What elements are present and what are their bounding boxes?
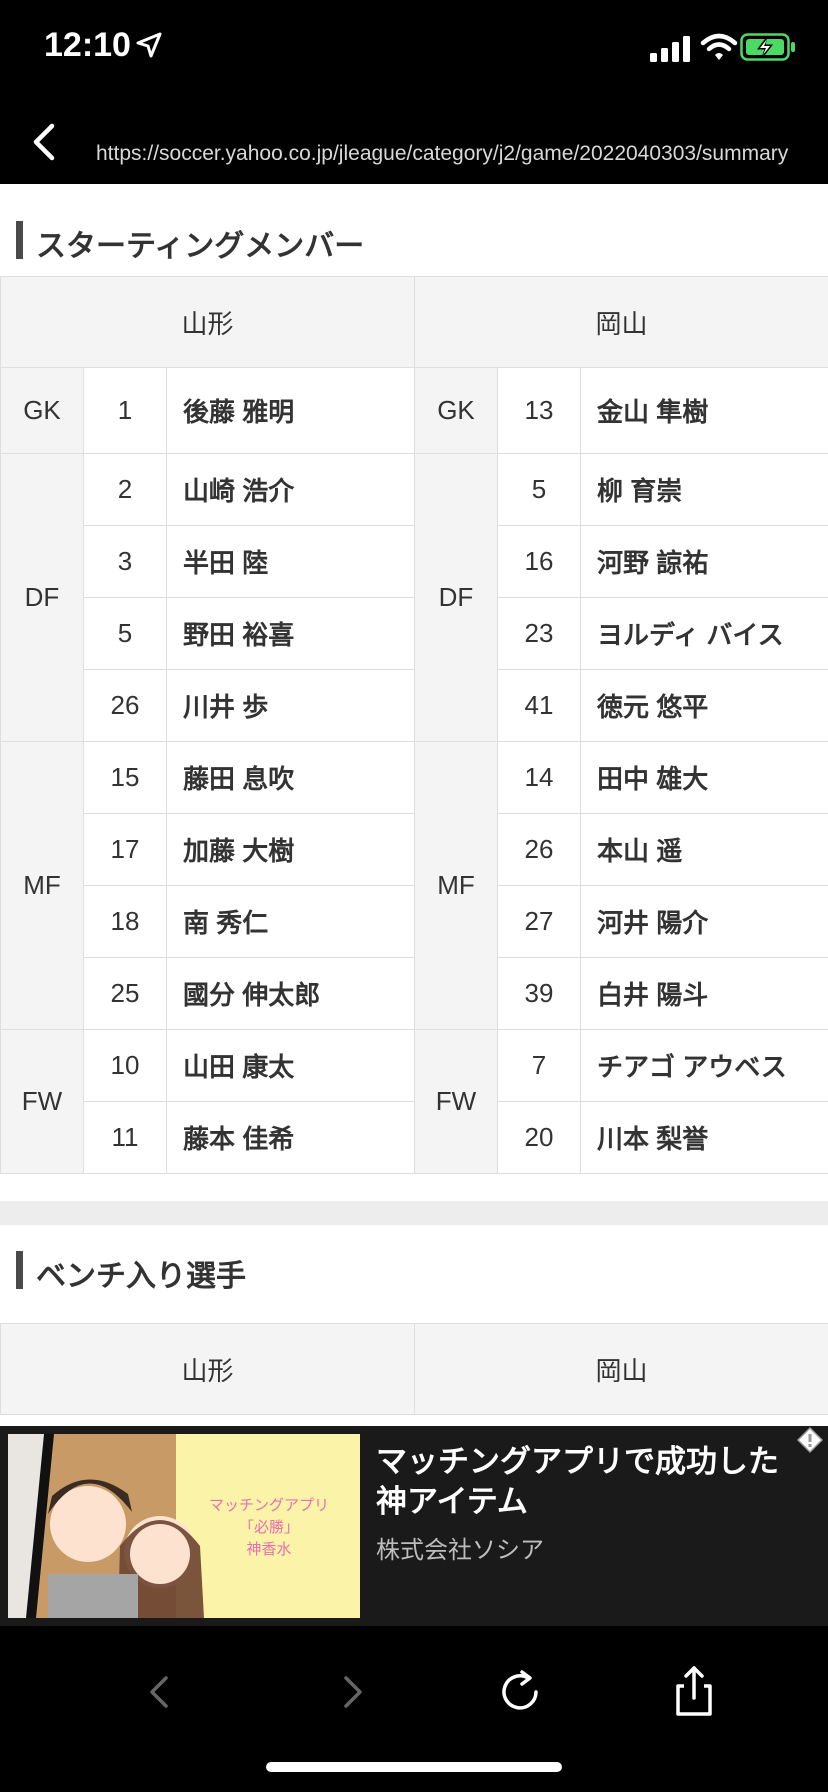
player-link[interactable]: 國分 伸太郎 <box>166 957 415 1030</box>
number-cell: 17 <box>83 813 167 886</box>
player-link[interactable]: 白井 陽斗 <box>580 957 828 1030</box>
position-cell: GK <box>414 367 498 454</box>
player-link[interactable]: ヨルディ バイス <box>580 597 828 670</box>
home-team-header: 山形 <box>0 1323 415 1415</box>
player-link[interactable]: 藤本 佳希 <box>166 1101 415 1174</box>
page-url[interactable]: https://soccer.yahoo.co.jp/jleague/categ… <box>96 142 796 166</box>
table-row: 26 川井 歩 41 徳元 悠平 <box>1 669 828 742</box>
player-link[interactable]: 川本 梨誉 <box>580 1101 828 1174</box>
status-bar: 12:10 <box>0 0 828 88</box>
table-row: 11 藤本 佳希 20 川本 梨誉 <box>1 1101 828 1174</box>
table-row: 25 國分 伸太郎 39 白井 陽斗 <box>1 957 828 1030</box>
player-link[interactable]: 藤田 息吹 <box>166 741 415 814</box>
battery-charging-icon <box>740 33 795 61</box>
number-cell: 39 <box>497 957 581 1030</box>
position-cell: FW <box>414 1029 498 1174</box>
player-link[interactable]: 田中 雄大 <box>580 741 828 814</box>
table-row: MF 15 藤田 息吹 MF 14 田中 雄大 <box>0 741 828 1030</box>
page-content: スターティングメンバー 山形 岡山 GK 1 後藤 雅明 GK 13 金山 隼樹… <box>0 184 828 1426</box>
player-link[interactable]: 川井 歩 <box>166 669 415 742</box>
player-link[interactable]: 河野 諒祐 <box>580 525 828 598</box>
player-link[interactable]: 南 秀仁 <box>166 885 415 958</box>
away-team-header: 岡山 <box>414 276 828 368</box>
home-indicator[interactable] <box>266 1762 562 1772</box>
ad-image-text: 神香水 <box>246 1540 292 1558</box>
position-cell: DF <box>414 453 498 742</box>
position-cell: DF <box>0 453 84 742</box>
number-cell: 2 <box>83 453 167 526</box>
starting-lineup-table: 山形 岡山 GK 1 後藤 雅明 GK 13 金山 隼樹 DF 2 山崎 浩介 … <box>0 276 828 1174</box>
section-title-bench: ベンチ入り選手 <box>36 1259 246 1294</box>
bench-section-header: ベンチ入り選手 <box>0 1225 828 1317</box>
ad-image[interactable]: マッチングアプリ 「必勝」 神香水 <box>8 1434 360 1618</box>
adchoices-icon[interactable] <box>796 1426 824 1454</box>
bench-table: 山形 岡山 <box>0 1323 828 1415</box>
player-link[interactable]: 本山 遥 <box>580 813 828 886</box>
table-row: FW 10 山田 康太 FW 7 チアゴ アウベス <box>0 1029 828 1174</box>
position-cell: MF <box>0 741 84 1030</box>
table-row: 5 野田 裕喜 23 ヨルディ バイス <box>1 597 828 670</box>
reload-icon[interactable] <box>492 1662 552 1722</box>
wifi-icon <box>700 33 738 60</box>
section-marker <box>16 1251 23 1289</box>
page-title: Jリーグ - J2 第８節 モンテディオ山形 vs. ファジアーノ岡山 - スポ… <box>96 112 796 143</box>
position-cell: FW <box>0 1029 84 1174</box>
ad-title[interactable]: マッチングアプリで成功した神アイテム <box>376 1442 796 1522</box>
position-cell: MF <box>414 741 498 1030</box>
number-cell: 5 <box>497 453 581 526</box>
number-cell: 41 <box>497 669 581 742</box>
table-row: 3 半田 陸 16 河野 諒祐 <box>1 525 828 598</box>
back-icon[interactable] <box>130 1662 190 1722</box>
player-link[interactable]: 金山 隼樹 <box>580 367 828 454</box>
number-cell: 27 <box>497 885 581 958</box>
player-link[interactable]: 山崎 浩介 <box>166 453 415 526</box>
table-row: GK 1 後藤 雅明 GK 13 金山 隼樹 <box>0 367 828 454</box>
number-cell: 13 <box>497 367 581 454</box>
player-link[interactable]: 後藤 雅明 <box>166 367 415 454</box>
ad-image-text: マッチングアプリ <box>208 1496 329 1514</box>
number-cell: 3 <box>83 525 167 598</box>
number-cell: 7 <box>497 1029 581 1102</box>
share-icon[interactable] <box>664 1662 724 1722</box>
away-team-header: 岡山 <box>414 1323 828 1415</box>
player-link[interactable]: 山田 康太 <box>166 1029 415 1102</box>
number-cell: 1 <box>83 367 167 454</box>
number-cell: 25 <box>83 957 167 1030</box>
section-divider <box>0 1201 828 1225</box>
close-back-button[interactable] <box>26 120 62 164</box>
player-link[interactable]: 加藤 大樹 <box>166 813 415 886</box>
table-row: 18 南 秀仁 27 河井 陽介 <box>1 885 828 958</box>
player-link[interactable]: チアゴ アウベス <box>580 1029 828 1102</box>
number-cell: 26 <box>497 813 581 886</box>
player-link[interactable]: 柳 育崇 <box>580 453 828 526</box>
starting-section-header: スターティングメンバー <box>0 184 828 276</box>
home-team-header: 山形 <box>0 276 415 368</box>
section-marker <box>16 221 23 259</box>
forward-icon[interactable] <box>322 1662 382 1722</box>
number-cell: 11 <box>83 1101 167 1174</box>
number-cell: 15 <box>83 741 167 814</box>
number-cell: 23 <box>497 597 581 670</box>
player-link[interactable]: 野田 裕喜 <box>166 597 415 670</box>
position-cell: GK <box>0 367 84 454</box>
signal-icon <box>650 36 690 62</box>
player-link[interactable]: 徳元 悠平 <box>580 669 828 742</box>
ad-image-text: 「必勝」 <box>238 1518 299 1536</box>
player-link[interactable]: 河井 陽介 <box>580 885 828 958</box>
number-cell: 5 <box>83 597 167 670</box>
status-time: 12:10 <box>44 26 131 64</box>
ad-sponsor: 株式会社ソシア <box>376 1536 544 1564</box>
number-cell: 10 <box>83 1029 167 1102</box>
table-row: 17 加藤 大樹 26 本山 遥 <box>1 813 828 886</box>
location-arrow-icon <box>136 32 162 58</box>
number-cell: 16 <box>497 525 581 598</box>
ad-banner[interactable]: マッチングアプリ 「必勝」 神香水 マッチングアプリで成功した神アイテム 株式会… <box>0 1426 828 1626</box>
section-title-starting: スターティングメンバー <box>36 229 365 264</box>
number-cell: 26 <box>83 669 167 742</box>
player-link[interactable]: 半田 陸 <box>166 525 415 598</box>
number-cell: 14 <box>497 741 581 814</box>
number-cell: 20 <box>497 1101 581 1174</box>
table-row: DF 2 山崎 浩介 DF 5 柳 育崇 <box>0 453 828 742</box>
number-cell: 18 <box>83 885 167 958</box>
